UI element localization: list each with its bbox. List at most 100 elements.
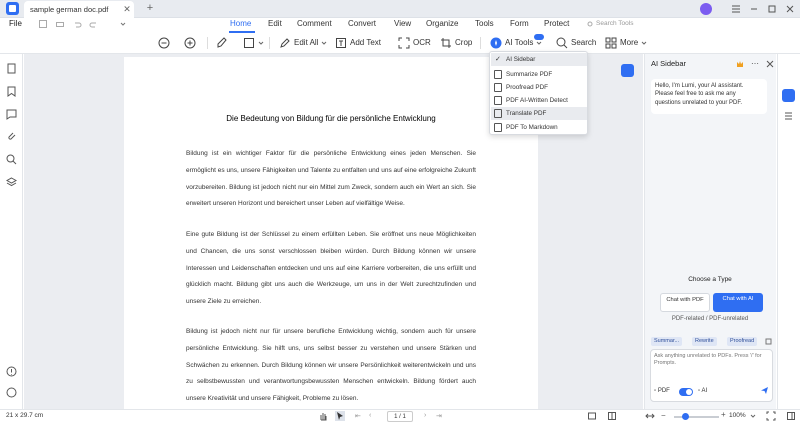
add-text-label: Add Text <box>350 38 381 47</box>
search-label: Search <box>571 38 597 47</box>
crop-button[interactable]: Crop <box>440 36 472 50</box>
zoom-out-button[interactable] <box>158 36 170 50</box>
tab-home[interactable]: Home <box>230 19 251 28</box>
tab-edit[interactable]: Edit <box>268 19 282 28</box>
print-icon[interactable] <box>55 19 65 29</box>
pdf-page[interactable]: Die Bedeutung von Bildung für die persön… <box>124 57 538 409</box>
zoom-in-icon[interactable]: + <box>721 410 726 419</box>
collapse-sidebar-icon[interactable] <box>786 411 796 421</box>
ai-prompt-input[interactable] <box>654 353 767 373</box>
search-panel-icon[interactable] <box>6 154 17 165</box>
ai-tools-label: AI Tools <box>505 38 534 47</box>
menu-item-proofread-pdf[interactable]: Proofread PDF <box>491 81 587 94</box>
document-tab[interactable]: sample german doc.pdf <box>24 1 134 18</box>
tab-view[interactable]: View <box>394 19 411 28</box>
menu-item-ai-detect[interactable]: PDF AI-Written Detect <box>491 94 587 107</box>
chip-proofread[interactable]: Proofread <box>727 337 758 346</box>
crop-label: Crop <box>455 38 473 47</box>
shape-button[interactable] <box>243 36 264 50</box>
undo-icon[interactable] <box>72 19 82 29</box>
send-icon[interactable] <box>760 386 769 395</box>
search-button[interactable]: Search <box>556 36 596 50</box>
quick-access-chevron-icon[interactable] <box>118 19 128 29</box>
edit-all-button[interactable]: Edit All <box>279 36 327 50</box>
add-text-button[interactable]: Add Text <box>335 36 381 50</box>
tab-comment[interactable]: Comment <box>297 19 332 28</box>
maximize-icon[interactable] <box>766 3 778 15</box>
bookmark-icon[interactable] <box>6 86 17 97</box>
menu-item-summarize-pdf[interactable]: Summarize PDF <box>491 68 587 81</box>
tab-close-icon[interactable]: ✕ <box>122 4 132 14</box>
search-tools-input[interactable]: Search Tools <box>596 20 633 27</box>
sidebar-close-icon[interactable] <box>766 60 774 68</box>
save-icon[interactable] <box>38 19 48 29</box>
fit-width-icon[interactable] <box>645 411 655 421</box>
zoom-level[interactable]: 100% <box>729 412 746 419</box>
new-badge <box>534 34 544 40</box>
window-close-icon[interactable] <box>784 3 796 15</box>
info-icon[interactable] <box>6 387 17 398</box>
ocr-button[interactable]: OCR <box>398 36 431 50</box>
choose-type-heading: Choose a Type <box>688 276 732 283</box>
highlight-button[interactable] <box>216 36 228 50</box>
attachment-icon[interactable] <box>6 131 17 142</box>
zoom-out-icon[interactable]: − <box>661 411 666 420</box>
search-tools-icon <box>587 21 594 28</box>
pdf-toggle-label: ▫ PDF <box>654 388 670 394</box>
file-menu[interactable]: File <box>9 19 22 28</box>
toolbar-divider <box>480 37 481 49</box>
select-tool-icon[interactable] <box>335 411 345 421</box>
ai-toggle-label: ▫ AI <box>698 388 707 394</box>
ai-rail-icon[interactable] <box>782 89 795 102</box>
avatar[interactable] <box>700 3 712 15</box>
layers-icon[interactable] <box>6 177 17 188</box>
chat-with-ai-button[interactable]: Chat with AI <box>713 293 763 312</box>
zoom-slider[interactable] <box>674 416 719 418</box>
comment-icon[interactable] <box>6 109 17 120</box>
menu-item-ai-sidebar[interactable]: ✓ AI Sidebar <box>491 53 587 66</box>
more-options-icon[interactable]: ⋯ <box>751 59 759 68</box>
chat-with-pdf-button[interactable]: Chat with PDF <box>660 293 710 312</box>
mode-toggle[interactable] <box>679 388 693 396</box>
tab-convert[interactable]: Convert <box>348 19 376 28</box>
menu-icon[interactable] <box>730 3 742 15</box>
tab-form[interactable]: Form <box>510 19 529 28</box>
next-page-icon[interactable]: › <box>424 412 426 419</box>
crown-icon[interactable] <box>736 60 744 68</box>
tab-protect[interactable]: Protect <box>544 19 569 28</box>
menu-item-pdf-to-markdown[interactable]: PDF To Markdown <box>491 121 587 134</box>
previous-page-icon[interactable]: ‹ <box>369 412 371 419</box>
zoom-in-button[interactable] <box>184 36 196 50</box>
markdown-icon <box>494 123 502 132</box>
ai-sidebar-title: AI Sidebar <box>651 59 687 68</box>
tab-organize[interactable]: Organize <box>426 19 458 28</box>
last-page-icon[interactable]: ⇥ <box>436 412 442 420</box>
ai-assistant-float-icon[interactable] <box>621 64 634 77</box>
minimize-icon[interactable] <box>748 3 760 15</box>
fit-page-icon[interactable] <box>587 411 597 421</box>
left-panel-rail <box>0 54 23 409</box>
help-icon[interactable] <box>6 366 17 377</box>
app-logo-icon <box>6 2 19 15</box>
zoom-dropdown-icon[interactable] <box>750 413 756 419</box>
page-number-field[interactable]: 1 / 1 <box>387 411 413 422</box>
chip-rewrite[interactable]: Rewrite <box>692 337 717 346</box>
page-layout-icon[interactable] <box>607 411 617 421</box>
first-page-icon[interactable]: ⇤ <box>355 412 361 420</box>
zoom-out-icon <box>158 37 170 49</box>
menu-item-translate-pdf[interactable]: Translate PDF <box>491 107 587 120</box>
chip-summarize[interactable]: Summar... <box>651 337 683 346</box>
highlighter-icon <box>217 37 227 48</box>
crop-icon <box>441 38 451 48</box>
zoom-slider-handle[interactable] <box>681 413 689 420</box>
chips-more-icon[interactable] <box>765 338 772 345</box>
redo-icon[interactable] <box>89 19 99 29</box>
properties-rail-icon[interactable] <box>783 110 794 121</box>
file-icon: ▫ <box>654 388 657 394</box>
tab-tools[interactable]: Tools <box>475 19 494 28</box>
new-tab-button[interactable]: + <box>144 2 156 14</box>
more-button[interactable]: More <box>605 36 647 50</box>
hand-tool-icon[interactable] <box>318 411 328 421</box>
fullscreen-icon[interactable] <box>766 411 776 421</box>
page-thumbnails-icon[interactable] <box>6 63 17 74</box>
